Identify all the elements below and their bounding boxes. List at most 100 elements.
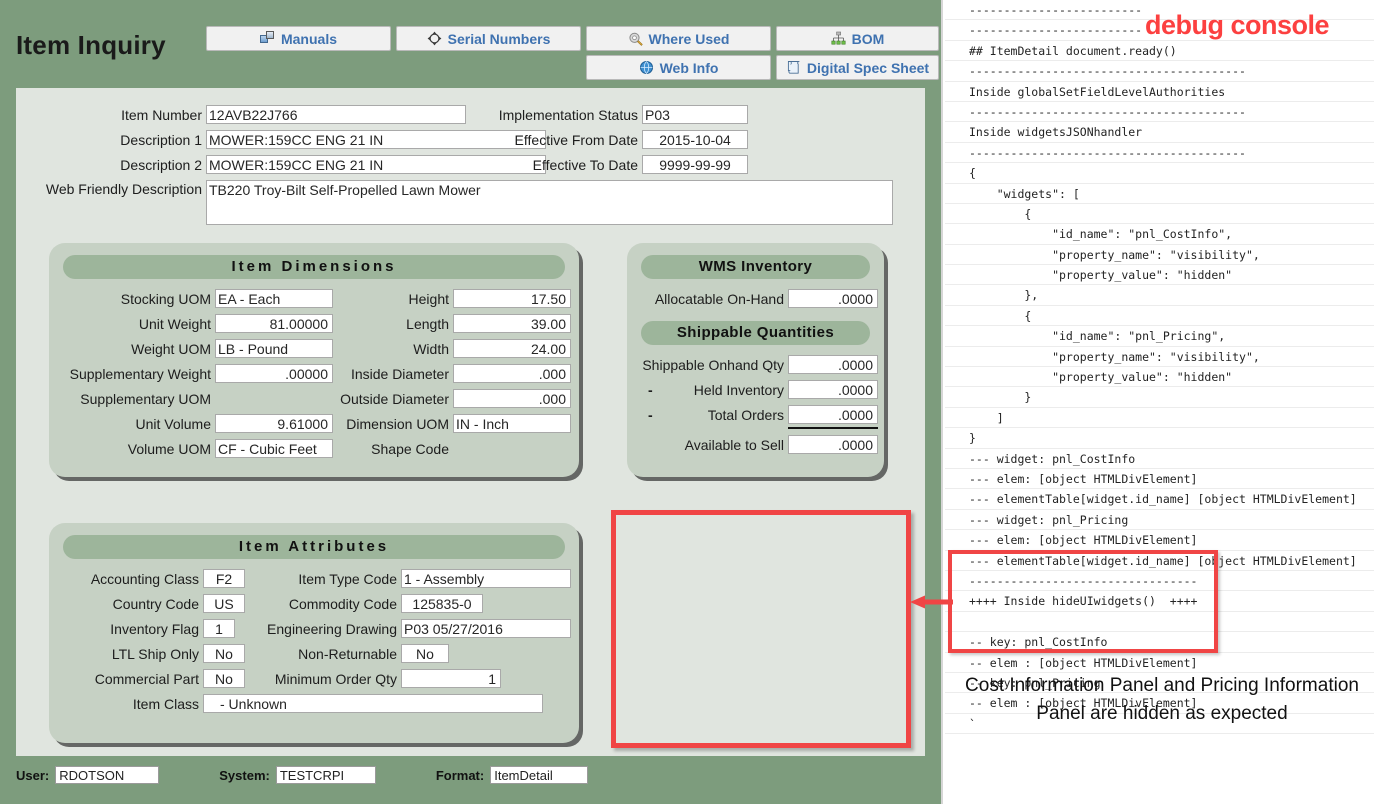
length-label: Length [406, 315, 449, 332]
stocking-uom-field[interactable]: EA - Each [215, 289, 333, 308]
weight-uom-label: Weight UOM [131, 340, 211, 357]
ltl-ship-only-label: LTL Ship Only [111, 645, 199, 662]
console-line: Inside widgetsJSONhandler [945, 122, 1374, 143]
effective-to-date-field[interactable]: 9999-99-99 [642, 155, 748, 174]
tab-bom[interactable]: BOM [776, 26, 939, 51]
console-line: } [945, 428, 1374, 449]
held-inventory-minus-sign: - [648, 381, 653, 398]
shippable-onhand-qty-label: Shippable Onhand Qty [642, 356, 784, 373]
document-icon [786, 60, 801, 75]
allocatable-on-hand-label: Allocatable On-Hand [654, 290, 784, 307]
shape-code-label: Shape Code [371, 440, 449, 457]
commodity-code-field[interactable]: 125835-0 [401, 594, 483, 613]
outside-diameter-field[interactable]: .000 [453, 389, 571, 408]
dimension-uom-label: Dimension UOM [346, 415, 449, 432]
console-line: ---------------------------------------- [945, 102, 1374, 123]
allocatable-on-hand-field[interactable]: .0000 [788, 289, 878, 308]
engineering-drawing-field[interactable]: P03 05/27/2016 [401, 619, 571, 638]
inventory-flag-label: Inventory Flag [110, 620, 199, 637]
item-dimensions-title: Item Dimensions [63, 255, 565, 279]
shape-code-field[interactable] [453, 439, 571, 458]
tab-web-info[interactable]: Web Info [586, 55, 771, 80]
unit-volume-field[interactable]: 9.61000 [215, 414, 333, 433]
item-dimensions-panel: Item Dimensions Stocking UOM EA - Each U… [49, 243, 579, 477]
unit-weight-label: Unit Weight [138, 315, 211, 332]
console-line: }, [945, 285, 1374, 306]
dimension-uom-field[interactable]: IN - Inch [453, 414, 571, 433]
user-value: RDOTSON [55, 766, 160, 784]
item-type-code-field[interactable]: 1 - Assembly [401, 569, 571, 588]
globe-icon [639, 60, 654, 75]
annotation-caption: Cost Information Panel and Pricing Infor… [965, 675, 1359, 724]
accounting-class-field[interactable]: F2 [203, 569, 245, 588]
weight-uom-field[interactable]: LB - Pound [215, 339, 333, 358]
effective-to-date-label: Effective To Date [532, 156, 638, 173]
supplementary-uom-field[interactable] [215, 389, 333, 408]
total-orders-field[interactable]: .0000 [788, 405, 878, 424]
volume-uom-field[interactable]: CF - Cubic Feet [215, 439, 333, 458]
tab-bom-label: BOM [851, 30, 885, 47]
hierarchy-icon [831, 31, 846, 46]
console-line: ++++ Inside hideUIwidgets() ++++ [945, 591, 1374, 612]
implementation-status-field[interactable]: P03 [642, 105, 748, 124]
stocking-uom-label: Stocking UOM [120, 290, 211, 307]
system-label: System: [219, 767, 270, 783]
console-line [945, 612, 1374, 633]
console-line: ---------------------------------------- [945, 61, 1374, 82]
inventory-flag-field[interactable]: 1 [203, 619, 235, 638]
console-line: --- elem: [object HTMLDivElement] [945, 469, 1374, 490]
item-number-field[interactable]: 12AVB22J766 [206, 105, 466, 124]
user-label: User: [16, 767, 50, 783]
wms-inventory-panel: WMS Inventory Allocatable On-Hand .0000 … [627, 243, 884, 477]
tab-web-info-label: Web Info [659, 59, 719, 76]
console-line: "property_name": "visibility", [945, 245, 1374, 266]
unit-weight-field[interactable]: 81.00000 [215, 314, 333, 333]
shippable-onhand-qty-field[interactable]: .0000 [788, 355, 878, 374]
console-line: } [945, 387, 1374, 408]
hidden-panels-highlight-box [611, 510, 911, 748]
height-label: Height [408, 290, 449, 307]
console-line: "property_name": "visibility", [945, 347, 1374, 368]
console-line: ---------------------------------------- [945, 143, 1374, 164]
minimum-order-qty-label: Minimum Order Qty [274, 670, 397, 687]
effective-from-date-field[interactable]: 2015-10-04 [642, 130, 748, 149]
tab-where-used-label: Where Used [648, 30, 730, 47]
manuals-icon [259, 31, 275, 46]
tab-manuals[interactable]: Manuals [206, 26, 391, 51]
item-class-field[interactable]: - Unknown [203, 694, 543, 713]
supplementary-weight-field[interactable]: .00000 [215, 364, 333, 383]
console-line: ] [945, 408, 1374, 429]
console-line: Inside globalSetFieldLevelAuthorities [945, 82, 1374, 102]
width-field[interactable]: 24.00 [453, 339, 571, 358]
page-title: Item Inquiry [16, 30, 166, 60]
item-attributes-title: Item Attributes [63, 535, 565, 559]
width-label: Width [413, 340, 449, 357]
height-field[interactable]: 17.50 [453, 289, 571, 308]
tab-digital-spec-sheet[interactable]: Digital Spec Sheet [776, 55, 939, 80]
non-returnable-field[interactable]: No [401, 644, 449, 663]
held-inventory-field[interactable]: .0000 [788, 380, 878, 399]
length-field[interactable]: 39.00 [453, 314, 571, 333]
tab-serial-numbers[interactable]: Serial Numbers [396, 26, 581, 51]
format-label: Format: [435, 767, 485, 783]
console-line: { [945, 163, 1374, 184]
console-line: -- elem : [object HTMLDivElement] [945, 653, 1374, 673]
tab-where-used[interactable]: Where Used [586, 26, 771, 51]
ltl-ship-only-field[interactable]: No [203, 644, 245, 663]
console-line: "property_value": "hidden" [945, 367, 1374, 388]
minimum-order-qty-field[interactable]: 1 [401, 669, 501, 688]
description2-label: Description 2 [120, 156, 202, 173]
commercial-part-field[interactable]: No [203, 669, 245, 688]
description1-label: Description 1 [120, 131, 202, 148]
inside-diameter-field[interactable]: .000 [453, 364, 571, 383]
format-value: ItemDetail [490, 766, 589, 784]
unit-volume-label: Unit Volume [135, 415, 211, 432]
web-friendly-description-field[interactable]: TB220 Troy-Bilt Self-Propelled Lawn Mowe… [206, 180, 893, 225]
available-to-sell-field[interactable]: .0000 [788, 435, 878, 454]
volume-uom-label: Volume UOM [127, 440, 211, 457]
item-attributes-panel: Item Attributes Accounting Class F2 Coun… [49, 523, 579, 743]
web-friendly-description-label: Web Friendly Description [45, 181, 202, 197]
debug-console-title: debug console [1145, 10, 1330, 40]
console-line: { [945, 204, 1374, 225]
country-code-field[interactable]: US [203, 594, 245, 613]
